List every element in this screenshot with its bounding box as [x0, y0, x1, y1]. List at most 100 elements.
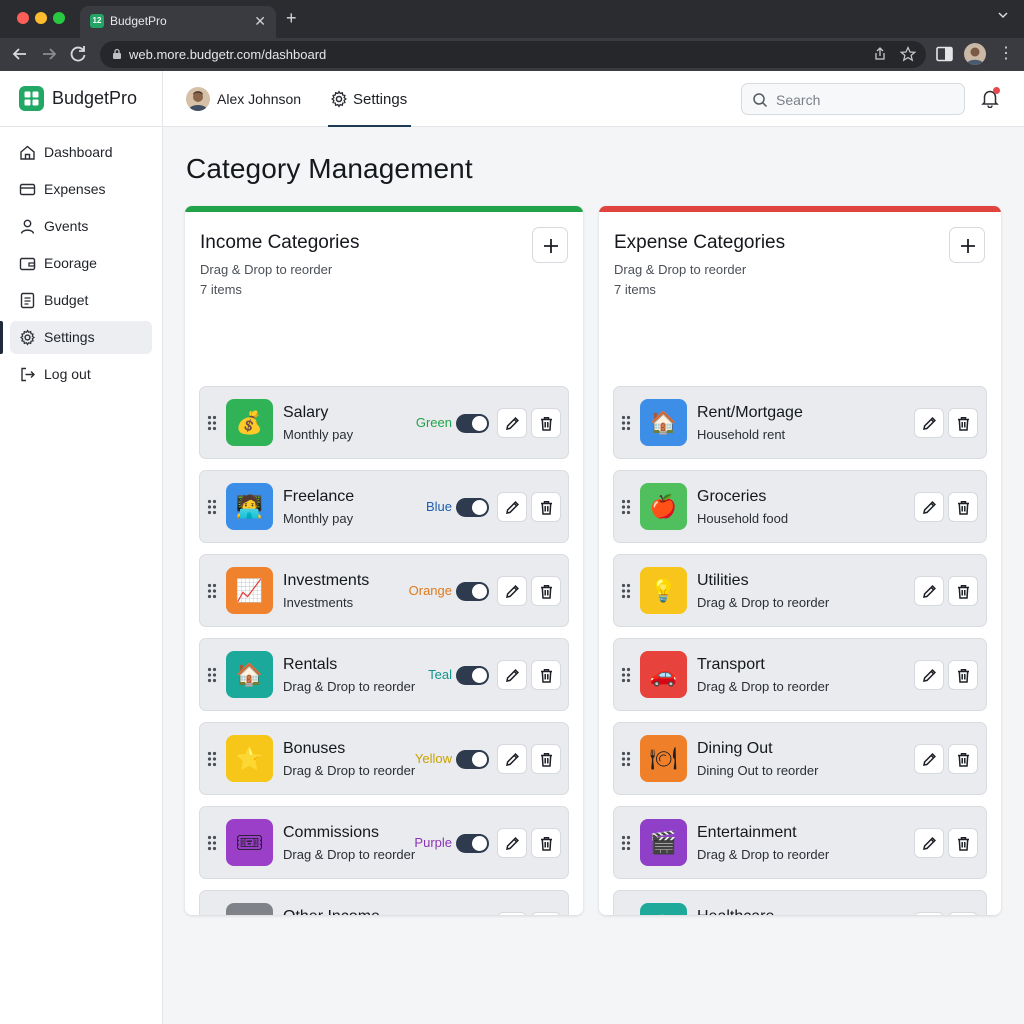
category-row[interactable]: 🩺HealthcareDrag & Drop to reorder — [613, 890, 987, 915]
url-field[interactable]: web.more.budgetr.com/dashboard — [100, 41, 926, 68]
drag-handle-icon[interactable] — [207, 583, 217, 599]
drag-handle-icon[interactable] — [621, 583, 631, 599]
drag-handle-icon[interactable] — [621, 499, 631, 515]
item-count: 7 items — [200, 282, 242, 297]
share-icon[interactable] — [872, 46, 888, 62]
category-toggle[interactable] — [456, 498, 489, 517]
add-expense-category-button[interactable] — [949, 227, 985, 263]
category-row[interactable]: 💰 Salary Monthly pay Green — [199, 386, 569, 459]
drag-handle-icon[interactable] — [207, 751, 217, 767]
category-row[interactable]: 🎟 Commissions Drag & Drop to reorder Purple — [199, 806, 569, 879]
edit-button[interactable] — [914, 492, 944, 522]
brand[interactable]: BudgetPro — [0, 71, 162, 127]
edit-button[interactable] — [497, 828, 527, 858]
tab-settings[interactable]: Settings — [328, 71, 411, 127]
category-name: Transport — [697, 656, 765, 673]
category-row[interactable]: 💵Other IncomeDrag & Drop to reorderGray — [199, 890, 569, 915]
category-toggle[interactable] — [456, 414, 489, 433]
category-toggle[interactable] — [456, 666, 489, 685]
drag-handle-icon[interactable] — [207, 415, 217, 431]
edit-button[interactable] — [914, 912, 944, 915]
category-toggle[interactable] — [456, 582, 489, 601]
sidebar-item-budget[interactable]: Budget — [10, 284, 152, 317]
drag-handle-icon[interactable] — [621, 667, 631, 683]
category-row[interactable]: 📈 Investments Investments Orange — [199, 554, 569, 627]
category-name: Groceries — [697, 488, 767, 505]
edit-button[interactable] — [914, 744, 944, 774]
delete-button[interactable] — [948, 744, 978, 774]
add-income-category-button[interactable] — [532, 227, 568, 263]
delete-button[interactable] — [531, 744, 561, 774]
sidebar-item-gvents[interactable]: Gvents — [10, 210, 152, 243]
browser-profile-avatar[interactable] — [964, 43, 986, 65]
delete-button[interactable] — [531, 576, 561, 606]
sidebar-item-logout[interactable]: Log out — [10, 358, 152, 391]
delete-button[interactable] — [531, 828, 561, 858]
pencil-icon — [506, 837, 519, 850]
delete-button[interactable] — [948, 660, 978, 690]
delete-button[interactable] — [531, 912, 561, 915]
delete-button[interactable] — [531, 408, 561, 438]
sidebar-item-label: Gvents — [44, 218, 89, 234]
category-row[interactable]: 🍽 Dining Out Dining Out to reorder — [613, 722, 987, 795]
category-row[interactable]: 🚗 Transport Drag & Drop to reorder — [613, 638, 987, 711]
sidebar-item-expenses[interactable]: Expenses — [10, 173, 152, 206]
delete-button[interactable] — [948, 492, 978, 522]
delete-button[interactable] — [531, 660, 561, 690]
user-name[interactable]: Alex Johnson — [217, 91, 301, 107]
edit-button[interactable] — [914, 828, 944, 858]
edit-button[interactable] — [914, 408, 944, 438]
category-toggle[interactable] — [456, 750, 489, 769]
browser-menu-icon[interactable]: ⋮ — [998, 44, 1014, 64]
edit-button[interactable] — [914, 576, 944, 606]
category-row[interactable]: 🍎 Groceries Household food — [613, 470, 987, 543]
forward-icon[interactable] — [37, 42, 61, 66]
edit-button[interactable] — [914, 660, 944, 690]
delete-button[interactable] — [948, 828, 978, 858]
drag-handle-icon[interactable] — [621, 751, 631, 767]
tab-close-icon[interactable]: ✕ — [254, 13, 266, 29]
search-input[interactable] — [776, 90, 956, 110]
sidebar-item-eoorage[interactable]: Eoorage — [10, 247, 152, 280]
close-window-button[interactable] — [17, 12, 29, 24]
category-row[interactable]: 🎬 Entertainment Drag & Drop to reorder — [613, 806, 987, 879]
category-toggle[interactable] — [456, 834, 489, 853]
edit-button[interactable] — [497, 744, 527, 774]
minimize-window-button[interactable] — [35, 12, 47, 24]
drag-handle-icon[interactable] — [207, 835, 217, 851]
pencil-icon — [506, 417, 519, 430]
category-row[interactable]: ⭐ Bonuses Drag & Drop to reorder Yellow — [199, 722, 569, 795]
category-row[interactable]: 💡 Utilities Drag & Drop to reorder — [613, 554, 987, 627]
delete-button[interactable] — [948, 576, 978, 606]
new-tab-icon[interactable]: + — [286, 8, 297, 28]
reload-icon[interactable] — [66, 42, 90, 66]
edit-button[interactable] — [497, 408, 527, 438]
delete-button[interactable] — [948, 408, 978, 438]
edit-button[interactable] — [497, 912, 527, 915]
sidebar-toggle-icon[interactable] — [936, 46, 953, 62]
browser-tab[interactable]: 12 BudgetPro ✕ — [80, 6, 276, 38]
category-row[interactable]: 🏠 Rentals Drag & Drop to reorder Teal — [199, 638, 569, 711]
bookmark-star-icon[interactable] — [900, 46, 916, 62]
category-row[interactable]: 🏠 Rent/Mortgage Household rent — [613, 386, 987, 459]
pencil-icon — [923, 669, 936, 682]
maximize-window-button[interactable] — [53, 12, 65, 24]
drag-handle-icon[interactable] — [207, 667, 217, 683]
delete-button[interactable] — [948, 912, 978, 915]
trash-icon — [958, 753, 969, 767]
category-icon: 💵 — [226, 903, 273, 915]
edit-button[interactable] — [497, 576, 527, 606]
back-icon[interactable] — [8, 42, 32, 66]
edit-button[interactable] — [497, 660, 527, 690]
delete-button[interactable] — [531, 492, 561, 522]
active-indicator — [0, 321, 3, 354]
drag-handle-icon[interactable] — [621, 415, 631, 431]
drag-handle-icon[interactable] — [621, 835, 631, 851]
sidebar-item-settings[interactable]: Settings — [10, 321, 152, 354]
tab-list-chevron-icon[interactable] — [998, 10, 1008, 20]
category-row[interactable]: 🧑‍💻 Freelance Monthly pay Blue — [199, 470, 569, 543]
drag-handle-icon[interactable] — [207, 499, 217, 515]
avatar[interactable] — [186, 87, 210, 111]
edit-button[interactable] — [497, 492, 527, 522]
sidebar-item-dashboard[interactable]: Dashboard — [10, 136, 152, 169]
